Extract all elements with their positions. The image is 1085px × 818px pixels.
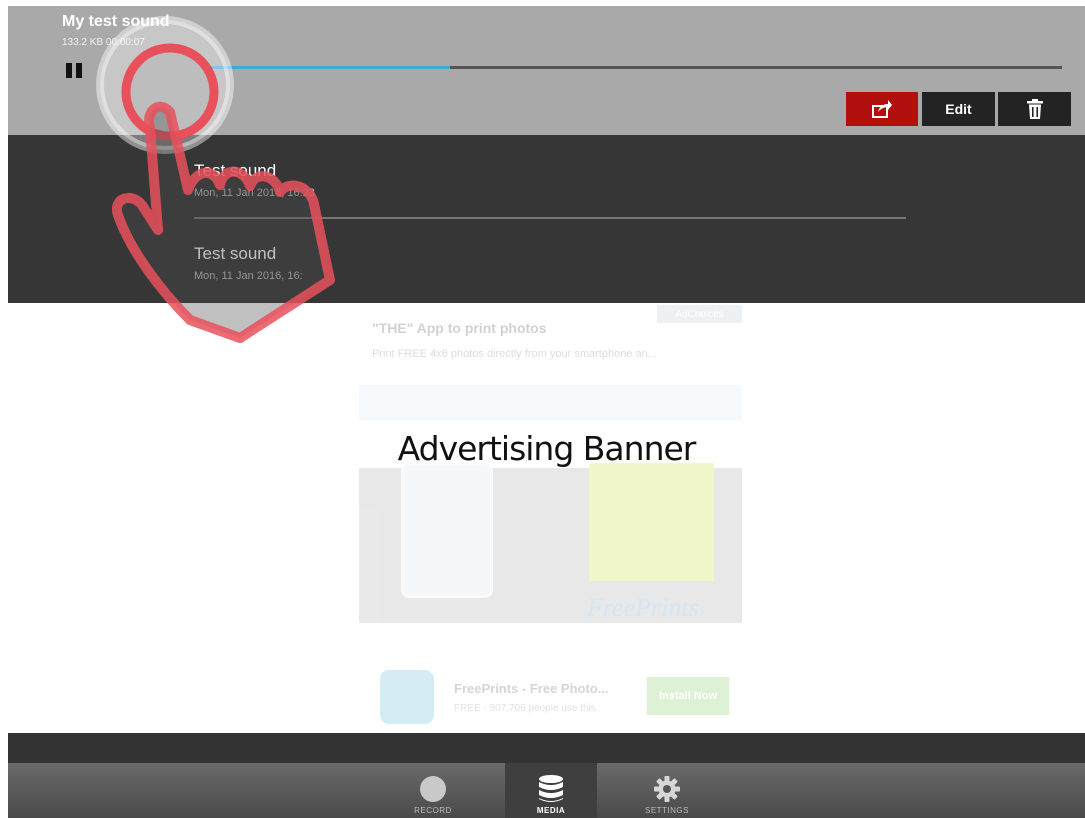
edit-button[interactable]: Edit <box>922 92 995 126</box>
tab-label: MEDIA <box>536 806 566 815</box>
now-playing-panel: My test sound 133.2 KB 00:00:07 Edit <box>8 6 1085 135</box>
list-item[interactable]: Test sound Mon, 11 Jan 2016, 16:23 <box>194 161 315 199</box>
now-playing-meta: 133.2 KB 00:00:07 <box>62 37 145 48</box>
playback-progress-bar[interactable] <box>148 66 1062 69</box>
pause-button[interactable] <box>65 61 85 81</box>
bottom-divider-bar <box>8 733 1085 763</box>
ad-brand-logo: FreePrints <box>587 593 699 622</box>
recordings-list: Test sound Mon, 11 Jan 2016, 16:23 Test … <box>8 135 1085 303</box>
tab-bar: RECORD MEDIA SETTINGS <box>8 763 1085 818</box>
advertising-banner-label: Advertising Banner <box>397 429 697 468</box>
tab-label: SETTINGS <box>644 806 689 815</box>
tab-label: RECORD <box>414 806 452 815</box>
pause-icon-bar <box>76 63 82 78</box>
gear-icon <box>654 776 680 802</box>
app-frame: My test sound 133.2 KB 00:00:07 Edit Tes… <box>8 6 1085 818</box>
ad-phone-image <box>401 463 493 598</box>
ad-area: AdChoices "THE" App to print photos Prin… <box>8 303 1085 733</box>
tab-settings[interactable]: SETTINGS <box>621 763 713 818</box>
tab-record[interactable]: RECORD <box>387 763 479 818</box>
recording-date: Mon, 11 Jan 2016, 16:23 <box>194 187 315 199</box>
share-button[interactable] <box>846 92 918 126</box>
ad-headline: "THE" App to print photos <box>372 320 547 336</box>
recording-date: Mon, 11 Jan 2016, 16: <box>194 270 303 282</box>
tab-media[interactable]: MEDIA <box>505 763 597 818</box>
ad-bag-image <box>589 463 714 581</box>
recording-name: Test sound <box>194 244 277 263</box>
ad-choices-button[interactable]: AdChoices <box>657 305 742 323</box>
ad-card[interactable]: AdChoices "THE" App to print photos Prin… <box>359 303 742 733</box>
recording-name: Test sound <box>194 161 277 180</box>
database-icon <box>539 775 563 802</box>
ad-app-subtitle: FREE - 907,706 people use this <box>454 703 596 714</box>
ad-app-title: FreePrints - Free Photo... <box>454 681 609 696</box>
ad-link-row <box>359 385 742 421</box>
pause-icon-bar <box>66 63 72 78</box>
delete-button[interactable] <box>998 92 1071 126</box>
record-icon <box>420 776 446 802</box>
playback-progress-fill <box>148 66 450 69</box>
ad-app-icon <box>380 670 434 724</box>
list-divider <box>194 217 906 219</box>
ad-install-button[interactable]: Install Now <box>647 677 729 715</box>
now-playing-title: My test sound <box>62 13 170 30</box>
ad-description: Print FREE 4x6 photos directly from your… <box>372 348 657 360</box>
trash-icon <box>1026 99 1043 119</box>
share-icon <box>872 100 892 118</box>
list-item[interactable]: Test sound Mon, 11 Jan 2016, 16: <box>194 244 303 282</box>
